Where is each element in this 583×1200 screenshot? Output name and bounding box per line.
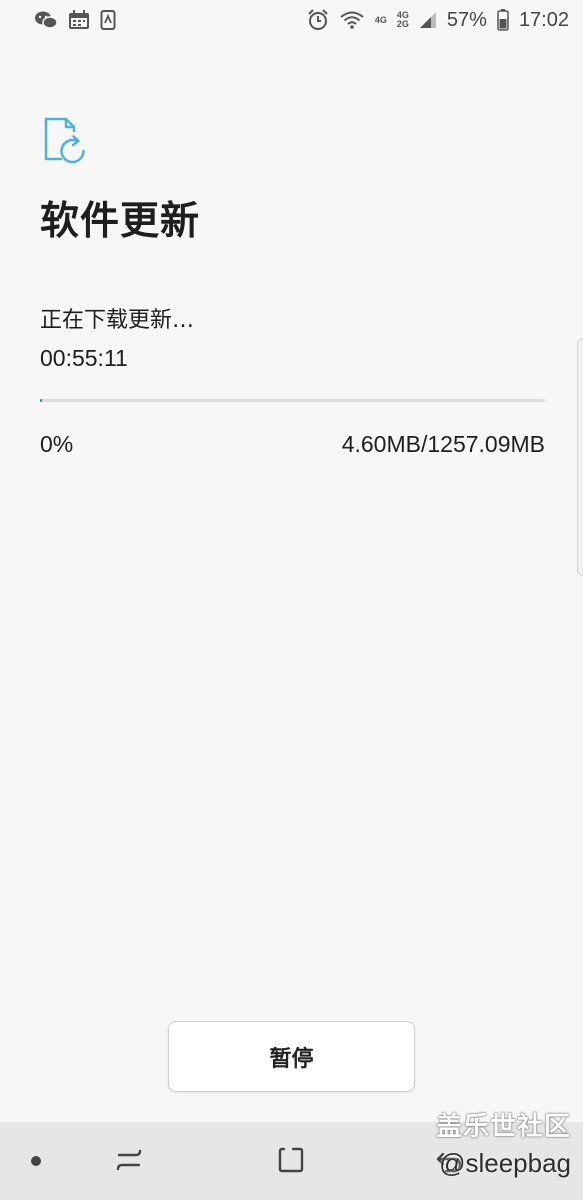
download-percent: 0% — [40, 431, 74, 457]
download-progress-fill — [40, 399, 43, 402]
wechat-icon — [34, 10, 58, 30]
download-status-text: 正在下载更新… — [40, 308, 195, 333]
phone-screen-icon — [100, 10, 116, 30]
clock: 17:02 — [518, 8, 569, 31]
edge-panel-handle[interactable] — [577, 338, 583, 576]
status-left-icons — [34, 10, 116, 30]
network-type-1-label: 4G — [374, 14, 387, 25]
watermark-site: 盖乐世社区 — [435, 1112, 571, 1142]
wifi-icon — [339, 10, 365, 30]
alarm-icon — [307, 9, 329, 31]
watermark-user: @sleepbag — [439, 1148, 571, 1178]
battery-icon — [497, 9, 509, 31]
network-type-1: 4G — [374, 14, 387, 25]
status-right-icons: 4G 4G 2G 57% 17:02 — [307, 9, 569, 32]
battery-percent: 57% — [446, 8, 487, 31]
recent-apps-icon[interactable] — [110, 1142, 148, 1178]
network-type-2-bottom-label: 2G — [396, 19, 409, 29]
time-remaining: 00:55:11 — [40, 345, 128, 371]
pause-button[interactable]: 暂停 — [168, 1021, 415, 1092]
download-size: 4.60MB/1257.09MB — [341, 431, 545, 457]
page-title: 软件更新 — [40, 199, 201, 244]
dot-icon[interactable] — [26, 1151, 46, 1171]
home-icon[interactable] — [272, 1142, 310, 1178]
signal-icon — [419, 11, 437, 29]
calendar-icon — [68, 10, 90, 30]
download-progress-bar — [40, 399, 545, 402]
status-bar: 4G 4G 2G 57% 17:02 — [0, 0, 583, 40]
software-update-icon — [40, 116, 90, 166]
network-type-2: 4G 2G — [397, 11, 409, 29]
